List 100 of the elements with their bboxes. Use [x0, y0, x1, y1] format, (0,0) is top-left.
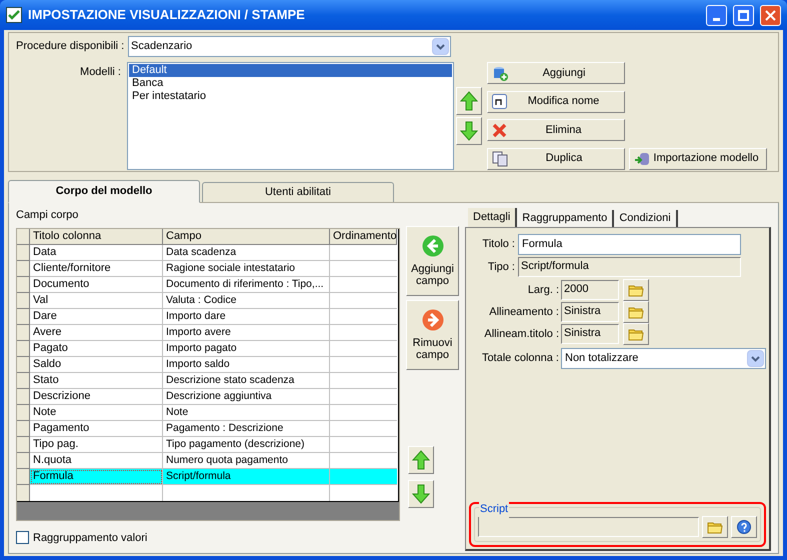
field-label: Larg. :: [526, 282, 560, 298]
table-cell: Valuta : Codice: [163, 292, 330, 308]
browse-button[interactable]: [623, 323, 649, 345]
move-up-button[interactable]: [456, 87, 482, 115]
arrow-down-icon: [412, 484, 430, 504]
delete-icon: [492, 122, 507, 138]
table-cell: Importo dare: [163, 308, 330, 324]
copy-icon: [492, 150, 508, 166]
chevron-down-icon: [751, 356, 760, 362]
maximize-button[interactable]: [733, 4, 754, 26]
folder-icon: [628, 283, 644, 297]
arrow-left-icon: [422, 235, 444, 257]
folder-icon: [628, 305, 644, 319]
move-down-button[interactable]: [456, 117, 482, 145]
close-button[interactable]: [760, 4, 781, 26]
table-cell: Note: [30, 404, 163, 420]
model-item[interactable]: Per intestatario: [129, 90, 452, 103]
table-cell: Dare: [30, 308, 163, 324]
table-cell: Data: [30, 244, 163, 260]
value-field: 2000: [561, 280, 619, 300]
close-icon: [765, 10, 776, 20]
table-cell: Data scadenza: [163, 244, 330, 260]
browse-button[interactable]: [702, 516, 728, 538]
table-cell: Saldo: [30, 356, 163, 372]
select-value: Scadenzario: [131, 39, 194, 54]
browse-button[interactable]: [623, 279, 649, 301]
table-cell: Descrizione stato scadenza: [163, 372, 330, 388]
letter-n-icon: [492, 94, 507, 109]
table-cell: Script/formula: [163, 468, 330, 484]
table-cell: Importo pagato: [163, 340, 330, 356]
minimize-button[interactable]: [706, 4, 727, 26]
arrow-up-icon: [460, 91, 478, 111]
value-field: Sinistra: [561, 302, 619, 322]
move-up-button[interactable]: [408, 446, 434, 474]
table-cell: Formula: [30, 468, 163, 484]
table-cell: Avere: [30, 324, 163, 340]
table-cell: Importo avere: [163, 324, 330, 340]
fields-label: Campi corpo: [16, 208, 80, 223]
main-tab[interactable]: Utenti abilitati: [202, 182, 394, 202]
help-button[interactable]: [731, 516, 757, 538]
table-cell: Documento di riferimento : Tipo,...: [163, 276, 330, 292]
field-label: Allineamento :: [488, 304, 560, 320]
table-cell: Pagamento : Descrizione: [163, 420, 330, 436]
model-button[interactable]: Duplica: [487, 148, 625, 170]
dropdown-button[interactable]: [432, 38, 449, 55]
table-cell: Descrizione: [30, 388, 163, 404]
procedure-label: Procedure disponibili :: [15, 39, 126, 54]
arrow-up-icon: [412, 450, 430, 470]
database-add-icon: [492, 65, 508, 81]
column-header: Campo: [163, 228, 330, 244]
main-tab[interactable]: Corpo del modello: [8, 180, 200, 203]
column-header: Titolo colonna: [30, 228, 163, 244]
table-cell: Pagamento: [30, 420, 163, 436]
arrow-down-icon: [460, 121, 478, 141]
field-label: Titolo :: [481, 237, 515, 252]
dropdown-button[interactable]: [747, 350, 764, 367]
field-button[interactable]: Rimuovi campo: [406, 300, 459, 370]
field-button[interactable]: Aggiungi campo: [406, 226, 459, 296]
model-button[interactable]: Aggiungi: [487, 62, 625, 84]
table-cell: Note: [163, 404, 330, 420]
field-label: Totale colonna :: [480, 351, 560, 366]
table-cell: Pagato: [30, 340, 163, 356]
title-field[interactable]: Formula: [518, 234, 741, 255]
model-button[interactable]: Modifica nome: [487, 90, 625, 112]
select-value: Non totalizzare: [565, 351, 640, 366]
chevron-down-icon: [436, 44, 445, 50]
folder-icon: [707, 520, 723, 534]
procedure-select[interactable]: Scadenzario: [128, 36, 451, 57]
total-select[interactable]: Non totalizzare: [561, 348, 766, 369]
checkbox-label: Raggruppamento valori: [33, 530, 148, 546]
table-cell: Importo saldo: [163, 356, 330, 372]
field-label: Allineam.titolo :: [483, 326, 560, 342]
folder-icon: [628, 327, 644, 341]
minimize-icon: [713, 18, 720, 20]
table-cell: Descrizione aggiuntiva: [163, 388, 330, 404]
model-button[interactable]: Importazione modello: [629, 148, 767, 170]
value-field: Sinistra: [561, 324, 619, 344]
table-cell: Tipo pag.: [30, 436, 163, 452]
checkmark-icon: [6, 7, 22, 23]
model-item[interactable]: Default: [129, 64, 452, 77]
browse-button[interactable]: [623, 301, 649, 323]
window-title: IMPOSTAZIONE VISUALIZZAZIONI / STAMPE: [28, 6, 306, 24]
type-field: Script/formula: [518, 257, 741, 277]
field-label: Tipo :: [486, 260, 515, 275]
column-header: Ordinamento: [330, 228, 397, 244]
maximize-icon: [738, 10, 749, 20]
checkbox[interactable]: [16, 531, 29, 544]
model-button[interactable]: Elimina: [487, 119, 625, 141]
arrow-right-icon: [422, 309, 444, 331]
script-field[interactable]: [478, 517, 699, 537]
detail-tab[interactable]: Dettagli: [468, 208, 518, 227]
table-cell: Documento: [30, 276, 163, 292]
help-icon: [737, 520, 751, 534]
models-label: Modelli :: [79, 65, 122, 80]
model-item[interactable]: Banca: [129, 77, 452, 90]
table-cell: Stato: [30, 372, 163, 388]
table-cell: Ragione sociale intestatario: [163, 260, 330, 276]
table-cell: Tipo pagamento (descrizione): [163, 436, 330, 452]
move-down-button[interactable]: [408, 480, 434, 508]
table-cell: Cliente/fornitore: [30, 260, 163, 276]
